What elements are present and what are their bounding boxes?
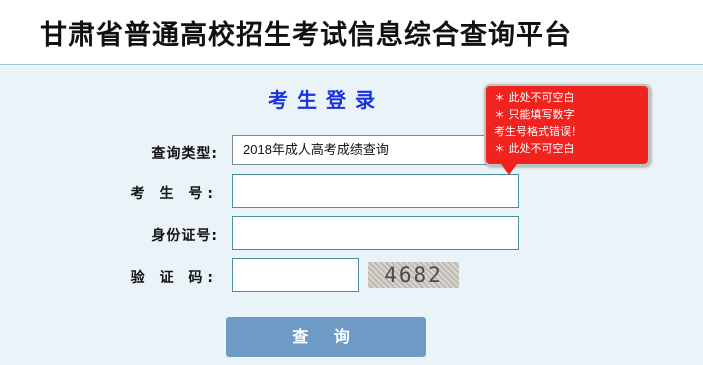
id-card-label: 身份证号:	[151, 228, 218, 244]
captcha-image[interactable]: 4682	[368, 262, 459, 288]
tooltip-line: 考生号格式错误！	[494, 125, 582, 138]
tooltip-line: ＊ 只能填写数字	[494, 108, 575, 121]
id-card-input[interactable]	[232, 216, 519, 250]
tooltip-line: ＊ 此处不可空白	[494, 91, 575, 104]
tooltip-arrow	[501, 164, 517, 175]
query-type-select[interactable]: 2018年成人高考成绩查询	[232, 135, 516, 165]
query-type-label: 查询类型:	[151, 146, 218, 162]
validation-tooltip: ＊ 此处不可空白 ＊ 只能填写数字 考生号格式错误！ ＊ 此处不可空白	[484, 84, 650, 166]
exam-number-label: 考 生 号:	[130, 186, 218, 202]
query-button[interactable]: 查 询	[226, 317, 426, 357]
site-header: 甘肃省普通高校招生考试信息综合查询平台	[0, 0, 703, 65]
captcha-input[interactable]	[232, 258, 359, 292]
tooltip-line: ＊ 此处不可空白	[494, 142, 575, 155]
site-title: 甘肃省普通高校招生考试信息综合查询平台	[40, 20, 572, 51]
captcha-label: 验 证 码:	[130, 270, 218, 286]
login-title: 考生登录	[268, 88, 384, 112]
exam-number-input[interactable]	[232, 174, 519, 208]
